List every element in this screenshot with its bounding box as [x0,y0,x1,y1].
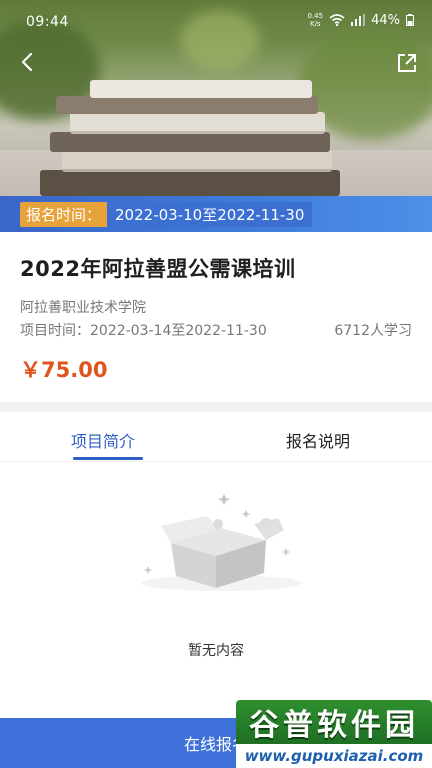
tab-bar: 项目简介 报名说明 [0,412,432,462]
tab-active-indicator [73,457,143,460]
battery-icon [406,14,414,26]
learner-count: 6712人学习 [334,323,412,339]
course-organization: 阿拉善职业技术学院 [20,300,146,316]
course-price: ￥75.00 [20,358,108,382]
watermark: 谷普软件园 www.gupuxiazai.com [236,700,432,768]
share-external-icon [398,54,416,72]
empty-message: 暂无内容 [188,643,244,659]
course-title: 2022年阿拉善盟公需课培训 [20,257,296,281]
project-time-label: 项目时间： [20,323,90,339]
battery-text: 44% [371,12,400,28]
status-time: 09:44 [26,14,69,30]
registration-bar: 报名时间： 2022-03-10至2022-11-30 [0,196,432,232]
back-button[interactable] [14,48,42,76]
status-bar: 09:44 0.45 K/s 44% [0,0,432,44]
tab-registration-notes[interactable]: 报名说明 [286,428,350,452]
watermark-brand: 谷普软件园 [236,700,432,744]
project-time-value: 2022-03-14至2022-11-30 [90,323,267,339]
wifi-icon [329,14,345,26]
empty-box-icon [141,494,301,591]
project-time: 项目时间：2022-03-14至2022-11-30 [20,320,267,340]
watermark-url: www.gupuxiazai.com [236,744,432,768]
registration-label: 报名时间： [20,201,108,227]
tab-project-intro[interactable]: 项目简介 [71,428,135,452]
net-speed: 0.45 K/s [307,12,324,28]
chevron-left-icon [21,52,33,72]
registration-period: 2022-03-10至2022-11-30 [107,201,313,227]
section-divider [0,402,432,412]
signal-icon [351,14,366,26]
share-button[interactable] [394,50,420,76]
